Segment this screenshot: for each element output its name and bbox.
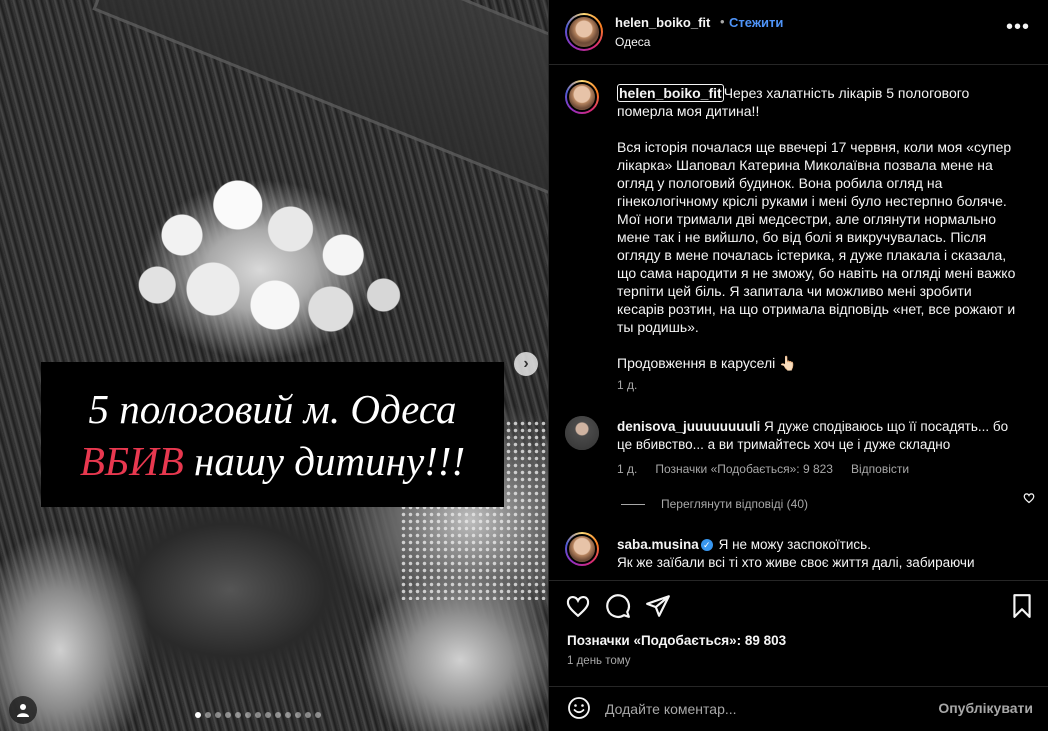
carousel-dot xyxy=(285,712,291,718)
comment-time[interactable]: 1 д. xyxy=(617,462,637,476)
view-replies-button[interactable]: Переглянути відповіді (40) xyxy=(621,497,808,511)
comment-bubble-icon[interactable] xyxy=(605,593,631,619)
post-actions: Позначки «Подобається»: 89 803 1 день то… xyxy=(549,580,1048,680)
carousel-next-button[interactable]: › xyxy=(514,352,538,376)
comment-text: denisova_juuuuuuuuli Я дуже сподіваюсь щ… xyxy=(617,418,1017,454)
save-bookmark-icon[interactable] xyxy=(1009,593,1035,619)
post-side-panel: helen_boiko_fit • Стежити Одеса ••• hele… xyxy=(548,0,1048,731)
comment-reply-button[interactable]: Відповісти xyxy=(851,462,909,476)
carousel-dot xyxy=(295,712,301,718)
author-username[interactable]: helen_boiko_fit xyxy=(615,15,710,30)
carousel-dot xyxy=(245,712,251,718)
tagged-users-button[interactable] xyxy=(9,696,37,724)
carousel-dot xyxy=(255,712,261,718)
emoji-icon[interactable] xyxy=(567,696,591,720)
comment-likes[interactable]: Позначки «Подобається»: 9 823 xyxy=(655,462,833,476)
comment-meta: 1 д. Позначки «Подобається»: 9 823 Відпо… xyxy=(617,462,909,476)
roses-image xyxy=(120,165,430,365)
carousel-dot xyxy=(195,712,201,718)
like-heart-icon[interactable] xyxy=(565,593,591,619)
verified-badge-icon: ✓ xyxy=(700,539,713,552)
image-caption-box: 5 пологовий м. Одеса ВБИВ нашу дитину!!! xyxy=(41,362,504,507)
carousel-dot xyxy=(215,712,221,718)
share-paper-plane-icon[interactable] xyxy=(645,593,671,619)
caption-timestamp[interactable]: 1 д. xyxy=(617,378,637,392)
post-caption: helen_boiko_fit Через халатність лікарів … xyxy=(617,84,1017,372)
follow-button[interactable]: Стежити xyxy=(729,15,783,30)
comment-body-continued: Як же заїбали всі ті хто живе своє життя… xyxy=(617,555,975,570)
image-caption-line2: ВБИВ нашу дитину!!! xyxy=(80,435,465,487)
comment-body: Я не можу заспокоїтись. xyxy=(718,537,871,552)
publish-button[interactable]: Опублікувати xyxy=(938,700,1033,716)
carousel-dot xyxy=(305,712,311,718)
carousel-dot xyxy=(315,712,321,718)
carousel-dot xyxy=(275,712,281,718)
post-date[interactable]: 1 день тому xyxy=(567,655,631,667)
carousel-dot xyxy=(205,712,211,718)
comment-avatar[interactable] xyxy=(565,532,599,566)
like-count[interactable]: Позначки «Подобається»: 89 803 xyxy=(567,633,786,648)
image-caption-line1: 5 пологовий м. Одеса xyxy=(88,385,457,432)
comment-like-heart-icon[interactable] xyxy=(1023,492,1035,504)
view-replies-label: Переглянути відповіді (40) xyxy=(661,497,809,511)
comments-list[interactable]: helen_boiko_fit Через халатність лікарів … xyxy=(549,66,1048,580)
user-icon xyxy=(17,704,29,717)
add-comment-bar: Опублікувати xyxy=(549,686,1048,731)
comment-input[interactable] xyxy=(605,698,925,720)
author-avatar[interactable] xyxy=(565,13,603,51)
comment-avatar[interactable] xyxy=(565,416,599,450)
header-separator: • xyxy=(720,14,725,29)
carousel-dots xyxy=(195,712,321,718)
caption-author-avatar[interactable] xyxy=(565,80,599,114)
post-media[interactable]: 5 пологовий м. Одеса ВБИВ нашу дитину!!!… xyxy=(0,0,548,731)
comment-username[interactable]: denisova_juuuuuuuuli xyxy=(617,419,760,434)
chevron-right-icon: › xyxy=(523,355,529,372)
caption-username[interactable]: helen_boiko_fit xyxy=(617,84,724,102)
post-header: helen_boiko_fit • Стежити Одеса ••• xyxy=(549,0,1048,65)
more-options-icon[interactable]: ••• xyxy=(1006,17,1030,37)
replies-line xyxy=(621,503,645,505)
carousel-dot xyxy=(265,712,271,718)
carousel-dot xyxy=(225,712,231,718)
carousel-dot xyxy=(235,712,241,718)
post-location[interactable]: Одеса xyxy=(615,35,650,49)
comment-username[interactable]: saba.musina xyxy=(617,537,699,552)
comment-text: saba.musina ✓ Я не можу заспокоїтись. Як ж… xyxy=(617,536,1017,572)
image-caption-rest: нашу дитину!!! xyxy=(183,437,466,484)
caption-text: Через халатність лікарів 5 пологового по… xyxy=(617,85,1016,371)
image-caption-red: ВБИВ xyxy=(79,437,184,484)
